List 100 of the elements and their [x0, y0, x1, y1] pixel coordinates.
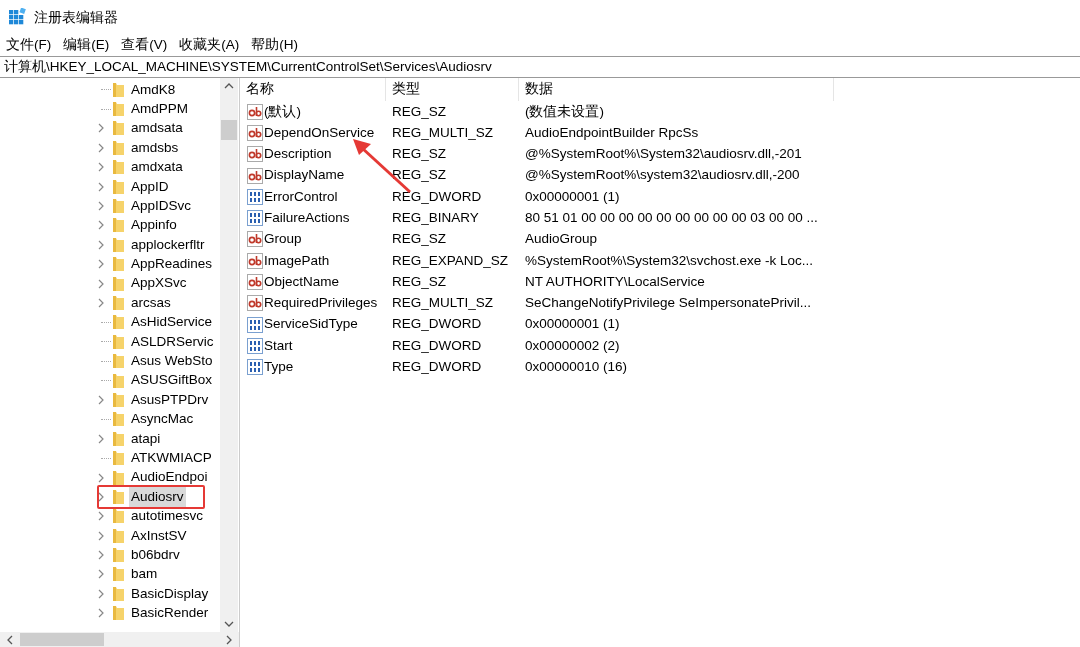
- value-type: REG_DWORD: [391, 315, 483, 334]
- folder-icon: [111, 159, 125, 176]
- folder-icon: [111, 81, 125, 98]
- tree-item[interactable]: AmdK8: [129, 79, 178, 100]
- chevron-left-icon[interactable]: [6, 634, 14, 645]
- value-type: REG_SZ: [391, 166, 447, 185]
- chevron-right-icon[interactable]: [97, 491, 105, 502]
- tree-item[interactable]: BasicRender: [129, 603, 211, 624]
- tree-item[interactable]: amdxata: [129, 157, 185, 178]
- value-name[interactable]: RequiredPrivileges: [264, 293, 378, 314]
- chevron-right-icon[interactable]: [97, 569, 105, 580]
- address-bar[interactable]: 计算机\HKEY_LOCAL_MACHINE\SYSTEM\CurrentControlSet\Services\Audiosrv: [0, 56, 1080, 78]
- chevron-right-icon[interactable]: [97, 608, 105, 619]
- tree-item[interactable]: arcsas: [129, 292, 173, 314]
- tree-item[interactable]: AppID: [129, 176, 171, 197]
- value-data: AudioGroup: [524, 230, 598, 249]
- column-header[interactable]: 名称: [240, 78, 386, 101]
- chevron-right-icon[interactable]: [97, 588, 105, 599]
- tree-item[interactable]: autotimesvc: [129, 506, 206, 527]
- value-name[interactable]: ErrorControl: [264, 186, 338, 207]
- tree-item[interactable]: BasicDisplay: [129, 583, 211, 604]
- tree-item[interactable]: ASLDRServic: [129, 331, 216, 352]
- column-header[interactable]: 类型: [386, 78, 519, 101]
- chevron-right-icon[interactable]: [97, 550, 105, 561]
- menu-item[interactable]: 查看(V): [121, 34, 168, 56]
- value-name[interactable]: (默认): [264, 101, 301, 122]
- tree-item[interactable]: AppReadines: [129, 254, 215, 275]
- tree-item[interactable]: AudioEndpoi: [129, 467, 210, 488]
- value-name[interactable]: ImagePath: [264, 250, 330, 271]
- chevron-right-icon[interactable]: [97, 394, 105, 405]
- horizontal-scrollbar[interactable]: [0, 632, 239, 647]
- menu-item[interactable]: 收藏夹(A): [179, 34, 240, 56]
- value-name[interactable]: Start: [264, 335, 293, 357]
- scroll-thumb[interactable]: [20, 633, 104, 646]
- menu-item[interactable]: 文件(F): [6, 34, 52, 56]
- tree-item[interactable]: bam: [129, 564, 160, 585]
- tree-item[interactable]: AsusPTPDrv: [129, 389, 211, 411]
- chevron-right-icon[interactable]: [97, 220, 105, 231]
- chevron-right-icon[interactable]: [97, 142, 105, 153]
- tree-item[interactable]: atapi: [129, 428, 163, 449]
- folder-icon: [111, 430, 125, 447]
- chevron-right-icon[interactable]: [97, 530, 105, 541]
- chevron-right-icon[interactable]: [97, 201, 105, 212]
- menu-item[interactable]: 帮助(H): [251, 34, 298, 56]
- chevron-right-icon[interactable]: [97, 433, 105, 444]
- tree-item[interactable]: AppXSvc: [129, 273, 189, 294]
- folder-icon: [111, 411, 125, 428]
- chevron-right-icon[interactable]: [225, 634, 233, 645]
- value-name[interactable]: FailureActions: [264, 208, 350, 229]
- tree-item[interactable]: ASUSGiftBox: [129, 370, 215, 391]
- binary-value-icon: [247, 188, 263, 205]
- value-type: REG_SZ: [391, 145, 447, 164]
- scroll-thumb[interactable]: [221, 120, 237, 140]
- chevron-down-icon[interactable]: [224, 620, 234, 628]
- chevron-right-icon[interactable]: [97, 298, 105, 308]
- tree-item[interactable]: AmdPPM: [129, 98, 190, 120]
- tree-item[interactable]: AxInstSV: [129, 525, 189, 546]
- folder-icon: [111, 236, 125, 253]
- vertical-scrollbar[interactable]: [220, 78, 238, 632]
- tree-item[interactable]: AsyncMac: [129, 409, 196, 430]
- value-name[interactable]: ObjectName: [264, 271, 340, 293]
- tree-item[interactable]: b06bdrv: [129, 544, 182, 566]
- tree-item[interactable]: amdsbs: [129, 137, 181, 158]
- value-data: @%SystemRoot%\system32\audiosrv.dll,-200: [524, 166, 800, 185]
- value-name[interactable]: ServiceSidType: [264, 314, 358, 335]
- folder-icon: [111, 139, 125, 156]
- column-header[interactable]: 数据: [519, 78, 834, 101]
- folder-icon: [111, 508, 125, 525]
- string-value-icon: [247, 295, 263, 312]
- string-value-icon: [247, 103, 263, 120]
- chevron-right-icon[interactable]: [97, 511, 105, 522]
- chevron-right-icon[interactable]: [97, 472, 105, 483]
- tree-item[interactable]: Appinfo: [129, 215, 179, 236]
- tree-item[interactable]: applockerfltr: [129, 234, 207, 255]
- value-name[interactable]: Type: [264, 357, 294, 378]
- value-name[interactable]: DisplayName: [264, 165, 345, 186]
- tree-item[interactable]: Asus WebSto: [129, 351, 215, 372]
- tree-item[interactable]: AsHidService: [129, 312, 215, 333]
- chevron-right-icon[interactable]: [97, 239, 105, 250]
- chevron-right-icon[interactable]: [97, 181, 105, 192]
- value-name[interactable]: Description: [264, 144, 332, 165]
- chevron-up-icon[interactable]: [224, 82, 234, 90]
- value-data: 80 51 01 00 00 00 00 00 00 00 00 00 03 00 00 ...: [524, 209, 818, 227]
- tree-item[interactable]: ATKWMIACP: [129, 448, 214, 469]
- menu-item[interactable]: 编辑(E): [63, 34, 110, 56]
- folder-icon: [111, 295, 125, 311]
- chevron-right-icon[interactable]: [97, 162, 105, 173]
- value-name[interactable]: DependOnService: [264, 122, 375, 144]
- folder-icon: [111, 488, 125, 505]
- chevron-right-icon[interactable]: [97, 259, 105, 270]
- chevron-right-icon[interactable]: [97, 278, 105, 289]
- value-type: REG_MULTI_SZ: [391, 123, 495, 142]
- tree-item[interactable]: amdsata: [129, 118, 185, 139]
- tree-item[interactable]: Audiosrv: [129, 486, 186, 508]
- value-name[interactable]: Group: [264, 229, 302, 250]
- value-type: REG_DWORD: [391, 187, 483, 206]
- folder-icon: [111, 450, 125, 467]
- tree-item[interactable]: AppIDSvc: [129, 195, 194, 217]
- value-data: @%SystemRoot%\System32\audiosrv.dll,-201: [524, 145, 802, 164]
- chevron-right-icon[interactable]: [97, 123, 105, 134]
